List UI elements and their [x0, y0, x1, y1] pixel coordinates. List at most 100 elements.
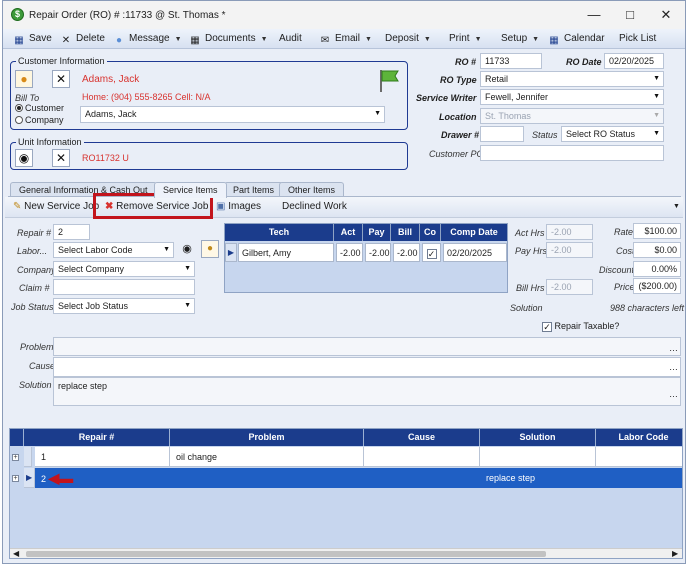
- radio-company[interactable]: Company: [15, 115, 64, 125]
- grid-header-solution[interactable]: Solution: [480, 429, 596, 446]
- problem-expand-icon[interactable]: …: [669, 343, 678, 353]
- documents-icon: ▦: [190, 35, 200, 46]
- tab-service-items[interactable]: Service Items: [154, 182, 227, 198]
- service-writer-select[interactable]: Fewell, Jennifer ▼: [480, 89, 664, 105]
- grid-header-problem[interactable]: Problem: [170, 429, 364, 446]
- window-title: Repair Order (RO) # :11733 @ St. Thomas …: [29, 10, 226, 21]
- ro-date-field[interactable]: 02/20/2025: [604, 53, 664, 69]
- job-status-select[interactable]: Select Job Status ▼: [53, 298, 195, 314]
- tab-other-items[interactable]: Other Items: [279, 182, 345, 197]
- scroll-right-icon[interactable]: ▶: [672, 549, 678, 558]
- discount-label: Discount: [599, 265, 635, 275]
- ro-number-field[interactable]: 11733: [480, 53, 542, 69]
- deposit-button[interactable]: Deposit ▼: [385, 32, 431, 46]
- customer-po-label: Customer PO: [429, 149, 484, 159]
- repair-number-field[interactable]: 2: [53, 224, 90, 240]
- overflow-chevron-icon[interactable]: ▼: [673, 203, 680, 210]
- rate-field[interactable]: $100.00: [633, 223, 681, 239]
- grid-header-repair[interactable]: Repair #: [24, 429, 170, 446]
- company-select[interactable]: Select Company ▼: [53, 261, 195, 277]
- drawer-field[interactable]: [480, 126, 524, 142]
- customer-person-icon[interactable]: ●: [15, 70, 33, 88]
- act-header: Act: [334, 224, 363, 241]
- flag-icon[interactable]: [377, 68, 401, 94]
- floppy-icon: ▦: [14, 35, 24, 46]
- audit-button[interactable]: Audit: [279, 32, 302, 46]
- steering-wheel-icon[interactable]: ◉: [15, 149, 33, 167]
- declined-work-button[interactable]: Declined Work: [282, 201, 347, 212]
- rate-label: Rate: [614, 227, 634, 237]
- pick-list-button[interactable]: Pick List: [619, 32, 656, 46]
- expand-row-icon[interactable]: +: [12, 454, 19, 461]
- horizontal-scrollbar[interactable]: ◀ ▶: [10, 548, 682, 558]
- radio-customer[interactable]: Customer: [15, 103, 64, 113]
- solution-expand-icon[interactable]: …: [669, 389, 678, 399]
- grid-cell-labor-code-selected[interactable]: [596, 468, 682, 488]
- grid-header-labor-code[interactable]: Labor Code: [596, 429, 682, 446]
- claim-field[interactable]: [53, 279, 195, 295]
- title-bar: $ Repair Order (RO) # :11733 @ St. Thoma…: [3, 1, 685, 29]
- ro-type-select[interactable]: Retail ▼: [480, 71, 664, 87]
- documents-button[interactable]: ▦ Documents ▼: [189, 32, 267, 46]
- minimize-icon[interactable]: —: [579, 5, 609, 25]
- pay-cell[interactable]: -2.00: [365, 243, 391, 262]
- bill-hrs-field: -2.00: [546, 279, 593, 295]
- price-field[interactable]: ($200.00): [633, 278, 681, 294]
- email-button[interactable]: ✉ Email ▼: [319, 32, 372, 46]
- ro-status-select[interactable]: Select RO Status ▼: [561, 126, 664, 142]
- maximize-icon[interactable]: □: [615, 5, 645, 25]
- message-button[interactable]: ● Message ▼: [113, 32, 182, 46]
- app-icon: $: [11, 8, 24, 21]
- co-cell[interactable]: ✓: [422, 243, 441, 262]
- chevron-down-icon: ▼: [365, 36, 372, 43]
- tech-cell[interactable]: Gilbert, Amy: [238, 243, 334, 262]
- repair-taxable-checkbox[interactable]: ✓ Repair Taxable?: [542, 321, 619, 332]
- clear-customer-button[interactable]: ✕: [52, 70, 70, 88]
- scroll-left-icon[interactable]: ◀: [13, 549, 19, 558]
- save-button[interactable]: ▦ Save: [13, 32, 52, 46]
- labor-code-select[interactable]: Select Labor Code ▼: [53, 242, 174, 258]
- row-selector[interactable]: [24, 447, 32, 467]
- cause-expand-icon[interactable]: …: [669, 362, 678, 372]
- solution-textarea[interactable]: replace step: [53, 377, 681, 406]
- row-pointer-icon[interactable]: ▶: [24, 468, 35, 488]
- grid-cell-problem-selected[interactable]: [170, 468, 364, 488]
- act-cell[interactable]: -2.00: [336, 243, 363, 262]
- cost-field[interactable]: $0.00: [633, 242, 681, 258]
- comp-date-cell[interactable]: 02/20/2025: [443, 243, 507, 262]
- grid-cell-solution[interactable]: [480, 447, 596, 467]
- images-button[interactable]: ▣ Images: [216, 201, 261, 212]
- grid-cell-cause-selected[interactable]: [364, 468, 480, 488]
- bill-cell[interactable]: -2.00: [393, 243, 420, 262]
- grid-cell-labor-code[interactable]: [596, 447, 682, 467]
- grid-cell-problem[interactable]: oil change: [170, 447, 364, 467]
- cause-textarea[interactable]: [53, 357, 681, 377]
- x-icon: ✕: [61, 35, 71, 46]
- setup-button[interactable]: Setup ▼: [501, 32, 539, 46]
- print-button[interactable]: Print ▼: [449, 32, 482, 46]
- tab-part-items[interactable]: Part Items: [224, 182, 284, 197]
- grid-cell-cause[interactable]: [364, 447, 480, 467]
- grid-cell-repair-selected[interactable]: 2 ◀▬: [35, 468, 170, 488]
- chevron-down-icon: ▼: [653, 112, 660, 119]
- service-jobs-grid: Repair # Problem Cause Solution Labor Co…: [9, 428, 683, 559]
- grid-cell-solution-selected[interactable]: replace step: [480, 468, 596, 488]
- new-service-job-button[interactable]: ✎ New Service Job: [13, 201, 99, 212]
- grid-corner: [10, 429, 24, 446]
- act-hrs-field: -2.00: [546, 224, 593, 240]
- problem-textarea[interactable]: [53, 337, 681, 356]
- tech-add-icon[interactable]: ●: [201, 240, 219, 258]
- bill-to-select[interactable]: Adams, Jack ▼: [80, 106, 385, 123]
- binoculars-icon[interactable]: ◉: [179, 242, 195, 258]
- clear-unit-button[interactable]: ✕: [52, 149, 70, 167]
- close-icon[interactable]: ✕: [651, 5, 681, 25]
- calendar-button[interactable]: ▦ Calendar: [548, 32, 604, 46]
- grid-header-cause[interactable]: Cause: [364, 429, 480, 446]
- delete-button[interactable]: ✕ Delete: [60, 32, 105, 46]
- discount-field[interactable]: 0.00%: [633, 261, 681, 277]
- scrollbar-thumb[interactable]: [26, 551, 546, 557]
- repair-order-window: $ Repair Order (RO) # :11733 @ St. Thoma…: [2, 0, 686, 564]
- customer-po-field[interactable]: [480, 145, 664, 161]
- expand-row-icon[interactable]: +: [12, 475, 19, 482]
- grid-cell-repair[interactable]: 1: [35, 447, 170, 467]
